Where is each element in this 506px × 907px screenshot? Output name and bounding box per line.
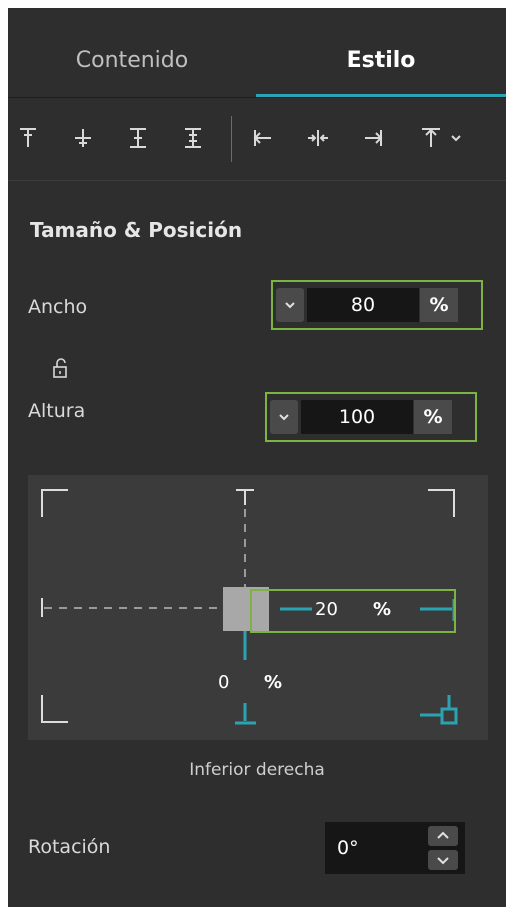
height-unit[interactable]: %	[414, 400, 452, 434]
lock-icon[interactable]	[52, 358, 70, 380]
section-title: Tamaño & Posición	[30, 218, 243, 242]
tab-estilo[interactable]: Estilo	[256, 8, 506, 97]
height-label: Altura	[28, 400, 86, 422]
height-unit-dropdown[interactable]	[270, 400, 298, 434]
horizontal-offset-field[interactable]	[250, 589, 456, 633]
rotation-field: 0°	[325, 822, 465, 874]
tab-contenido[interactable]: Contenido	[8, 8, 256, 97]
height-input[interactable]: 100	[301, 400, 413, 434]
align-top-dropdown-icon[interactable]	[418, 120, 470, 156]
chevron-down-icon	[437, 857, 449, 865]
chevron-down-icon	[279, 414, 289, 421]
align-middle-icon[interactable]	[68, 120, 98, 156]
align-top-icon[interactable]	[13, 120, 43, 156]
align-stretch-icon[interactable]	[178, 120, 208, 156]
height-field: 100 %	[265, 392, 477, 442]
rotation-decrement-button[interactable]	[428, 850, 458, 870]
align-center-icon[interactable]	[303, 120, 333, 156]
active-tab-underline	[256, 94, 506, 97]
align-bottom-icon[interactable]	[123, 120, 153, 156]
align-right-icon[interactable]	[358, 120, 388, 156]
position-grid: 20 % 0 %	[28, 475, 488, 740]
rotation-label: Rotación	[28, 836, 111, 858]
toolbar-divider	[231, 116, 232, 162]
corner-top-right	[428, 489, 455, 517]
chevron-up-icon	[437, 831, 449, 839]
corner-bottom-left	[41, 695, 68, 723]
horizontal-offset-unit[interactable]: %	[373, 599, 391, 620]
rotation-increment-button[interactable]	[428, 826, 458, 846]
width-unit-dropdown[interactable]	[276, 288, 304, 322]
alignment-toolbar	[8, 98, 506, 181]
horizontal-offset-value[interactable]: 20	[315, 599, 338, 620]
width-unit[interactable]: %	[420, 288, 458, 322]
tab-bar: Contenido Estilo	[8, 8, 506, 98]
width-field: 80 %	[271, 280, 483, 330]
style-panel: Contenido Estilo Tamaño & Posición Ancho…	[8, 8, 506, 907]
chevron-down-icon	[285, 302, 295, 309]
vertical-offset-value[interactable]: 0	[218, 672, 229, 693]
corner-top-left	[41, 489, 68, 517]
width-label: Ancho	[28, 296, 88, 318]
align-left-icon[interactable]	[248, 120, 278, 156]
vertical-offset-unit[interactable]: %	[264, 672, 282, 693]
width-input[interactable]: 80	[307, 288, 419, 322]
rotation-input[interactable]: 0°	[337, 822, 359, 874]
anchor-label: Inferior derecha	[189, 760, 325, 780]
